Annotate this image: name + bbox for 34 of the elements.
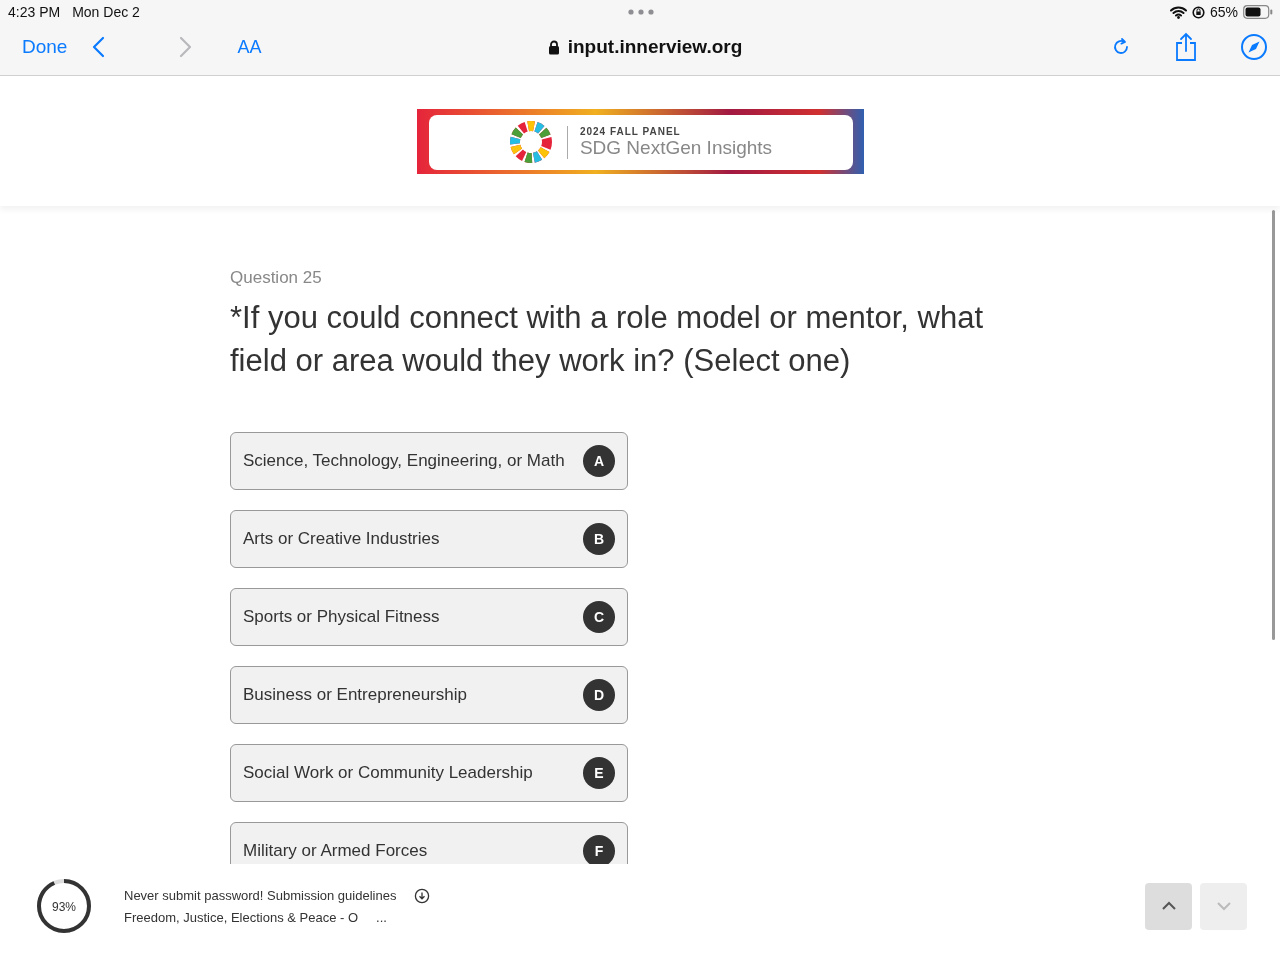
progress-ring (37, 879, 91, 933)
wheel-logo-icon (508, 120, 553, 164)
progress-reading: 93% (52, 899, 76, 914)
answer-option[interactable]: Business or Entrepreneurship D (230, 666, 628, 724)
banner-title: SDG NextGen Insights (579, 136, 773, 159)
status-date: Mon Dec 2 (72, 4, 140, 20)
back-icon[interactable] (91, 36, 106, 58)
more-button[interactable]: ... (376, 909, 387, 925)
banner-eyebrow: 2024 FALL PANEL (579, 125, 682, 137)
download-icon[interactable] (414, 887, 431, 904)
notice-text: Never submit password! Submission guidelines (124, 888, 397, 903)
status-time: 4:23 PM (8, 4, 61, 20)
answer-option[interactable]: Social Work or Community Leadership E (230, 744, 628, 802)
chevron-down-icon (1215, 901, 1232, 911)
text-size-button[interactable]: AA (237, 36, 262, 58)
battery-icon (1243, 5, 1273, 19)
share-icon[interactable] (1174, 32, 1198, 62)
chevron-up-icon (1160, 901, 1177, 911)
topic-text: Freedom, Justice, Elections & Peace - O (124, 909, 359, 925)
question-text: *If you could connect with a role model or mentor, what field or area would they work in? (Select one) (230, 299, 984, 380)
scrollbar[interactable] (1272, 210, 1275, 640)
answer-option[interactable]: Arts or Creative Industries B (230, 510, 628, 568)
question-number: Question 25 (230, 268, 323, 288)
answer-option[interactable]: Sports or Physical Fitness C (230, 588, 628, 646)
done-button[interactable]: Done (22, 36, 68, 58)
address-bar[interactable]: input.innerview.org (547, 36, 743, 58)
answer-option[interactable]: Military or Armed Forces F (230, 822, 628, 864)
wifi-icon (1169, 5, 1187, 19)
lock-icon (547, 39, 560, 55)
compass-icon[interactable] (1240, 33, 1268, 61)
orientation-lock-icon (1191, 5, 1205, 19)
battery-percent: 65% (1209, 4, 1238, 20)
more-icon[interactable] (627, 9, 654, 15)
answer-option[interactable]: Science, Technology, Engineering, or Math A (230, 432, 628, 490)
